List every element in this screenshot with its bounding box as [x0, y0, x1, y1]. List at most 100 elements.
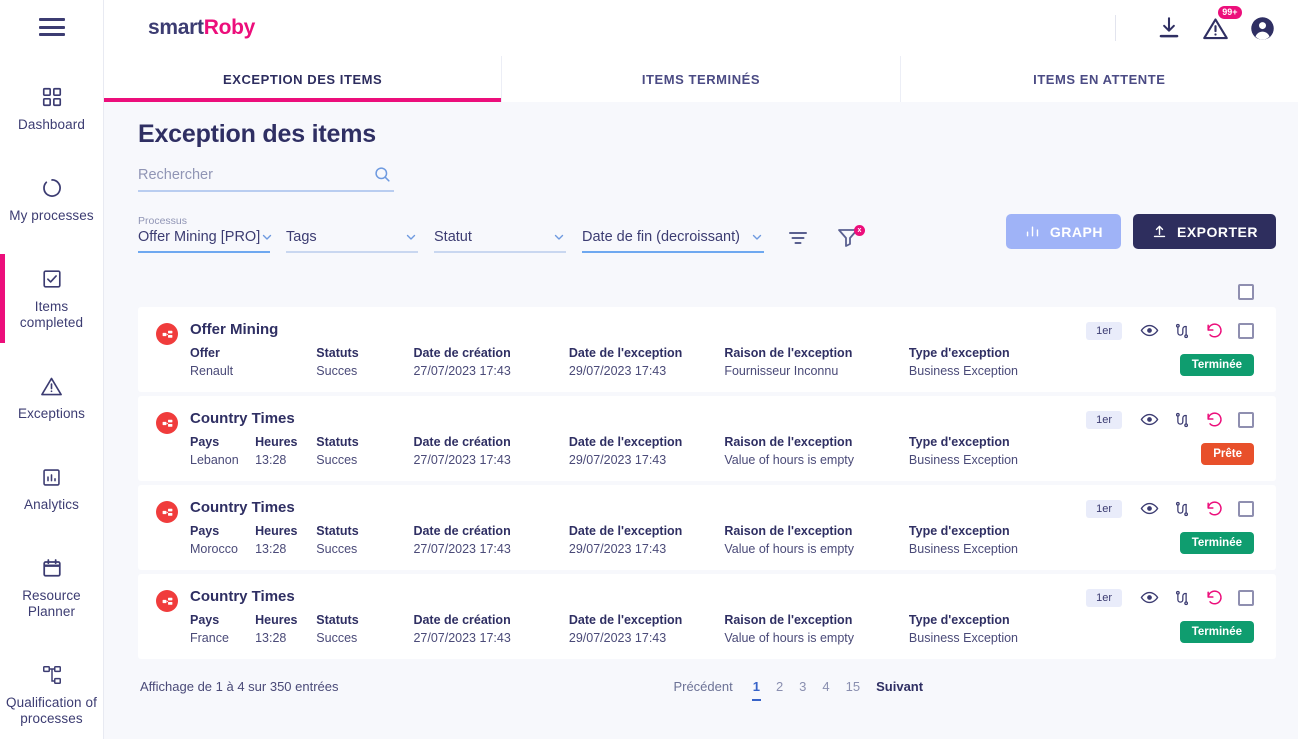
- filter-tags-caption: [286, 215, 418, 228]
- pagination: Affichage de 1 à 4 sur 350 entrées Précé…: [138, 663, 1276, 696]
- hamburger-icon[interactable]: [39, 18, 65, 36]
- table-cell: Statuts Succes: [316, 346, 413, 378]
- sidebar-item-items-completed[interactable]: Items completed: [0, 254, 103, 343]
- restore-undo-icon[interactable]: [1205, 321, 1224, 340]
- eye-icon[interactable]: [1140, 410, 1159, 429]
- table-cell-header: Offer: [190, 346, 316, 360]
- table-cell-header: Heures: [255, 524, 316, 538]
- main-area: smartRoby 99+: [104, 0, 1298, 739]
- table-row[interactable]: Offer Mining Offer Renault Statuts Succe…: [138, 307, 1276, 392]
- row-checkbox[interactable]: [1238, 323, 1254, 339]
- filter-process[interactable]: Processus Offer Mining [PRO]: [138, 215, 270, 253]
- table-cell-value: Succes: [316, 453, 413, 467]
- table-cell-value: Succes: [316, 542, 413, 556]
- table-cell: Raison de l'exception Value of hours is …: [724, 435, 909, 467]
- table-cell-header: Date de création: [413, 435, 568, 449]
- filter-clear-badge[interactable]: x: [854, 225, 865, 236]
- select-all-checkbox[interactable]: [1238, 284, 1254, 300]
- sidebar-item-resource-planner[interactable]: Resource Planner: [0, 543, 103, 632]
- process-robot-icon: [156, 412, 178, 434]
- row-order-badge: 1er: [1086, 322, 1122, 340]
- account-circle-icon[interactable]: [1249, 15, 1276, 42]
- pagination-page[interactable]: 4: [814, 677, 837, 696]
- row-process-name: Country Times: [190, 499, 1074, 516]
- pagination-page[interactable]: 3: [791, 677, 814, 696]
- sidebar-item-label: Resource Planner: [4, 588, 99, 620]
- workflow-path-icon[interactable]: [1173, 589, 1191, 607]
- tab-items-termines[interactable]: ITEMS TERMINÉS: [502, 56, 900, 102]
- pagination-page[interactable]: 2: [768, 677, 791, 696]
- sidebar-item-dashboard[interactable]: Dashboard: [0, 72, 103, 145]
- table-cell-value: 27/07/2023 17:43: [413, 542, 568, 556]
- eye-icon[interactable]: [1140, 588, 1159, 607]
- download-icon[interactable]: [1156, 15, 1182, 41]
- graph-button[interactable]: GRAPH: [1006, 214, 1121, 249]
- table-cell-header: Statuts: [316, 613, 413, 627]
- restore-undo-icon[interactable]: [1205, 588, 1224, 607]
- search-input[interactable]: [138, 165, 394, 192]
- row-order-badge: 1er: [1086, 411, 1122, 429]
- filter-bar: Processus Offer Mining [PRO] Tags: [138, 214, 1276, 253]
- tab-exception-des-items[interactable]: EXCEPTION DES ITEMS: [104, 56, 502, 102]
- pagination-info: Affichage de 1 à 4 sur 350 entrées: [140, 679, 339, 694]
- topbar-divider: [1115, 15, 1116, 41]
- filter-funnel-icon[interactable]: x: [836, 225, 860, 249]
- row-tools: 1er: [1086, 410, 1254, 429]
- sidebar-item-qualification-of-processes[interactable]: Qualification of processes: [0, 650, 103, 739]
- eye-icon[interactable]: [1140, 499, 1159, 518]
- table-cell: Statuts Succes: [316, 613, 413, 645]
- table-cell-value: Business Exception: [909, 453, 1074, 467]
- restore-undo-icon[interactable]: [1205, 499, 1224, 518]
- sidebar-item-my-processes[interactable]: My processes: [0, 163, 103, 236]
- row-body: Country Times Pays Morocco Heures 13:28 …: [190, 499, 1074, 556]
- app-logo[interactable]: smartRoby: [148, 16, 255, 40]
- pagination-prev[interactable]: Précédent: [661, 677, 744, 696]
- pagination-page[interactable]: 15: [838, 677, 868, 696]
- alerts-icon[interactable]: 99+: [1202, 15, 1229, 42]
- workflow-path-icon[interactable]: [1173, 411, 1191, 429]
- table-cell-header: Type d'exception: [909, 524, 1074, 538]
- row-checkbox[interactable]: [1238, 412, 1254, 428]
- table-cell: Raison de l'exception Fournisseur Inconn…: [724, 346, 909, 378]
- restore-undo-icon[interactable]: [1205, 410, 1224, 429]
- row-checkbox[interactable]: [1238, 501, 1254, 517]
- sidebar-item-label: Qualification of processes: [4, 695, 99, 727]
- row-process-name: Country Times: [190, 410, 1074, 427]
- row-checkbox[interactable]: [1238, 590, 1254, 606]
- sidebar-item-exceptions[interactable]: Exceptions: [0, 361, 103, 434]
- table-cell-value: Value of hours is empty: [724, 542, 909, 556]
- calendar-icon: [41, 555, 63, 581]
- status-badge: Prête: [1201, 443, 1254, 465]
- workflow-path-icon[interactable]: [1173, 500, 1191, 518]
- search-icon[interactable]: [373, 165, 392, 184]
- circle-dashed-icon: [41, 175, 63, 201]
- table-cell: Offer Renault: [190, 346, 316, 378]
- pagination-page[interactable]: 1: [745, 677, 768, 696]
- eye-icon[interactable]: [1140, 321, 1159, 340]
- table-cell-header: Date de l'exception: [569, 524, 724, 538]
- workflow-path-icon[interactable]: [1173, 322, 1191, 340]
- table-rows: Offer Mining Offer Renault Statuts Succe…: [138, 307, 1276, 659]
- filter-tags[interactable]: Tags: [286, 215, 418, 253]
- row-fields: Pays Morocco Heures 13:28 Statuts Succes…: [190, 524, 1074, 556]
- row-tools: 1er: [1086, 588, 1254, 607]
- table-row[interactable]: Country Times Pays Morocco Heures 13:28 …: [138, 485, 1276, 570]
- row-body: Country Times Pays France Heures 13:28 S…: [190, 588, 1074, 645]
- sort-lines-icon[interactable]: [786, 225, 810, 249]
- sidebar-item-analytics[interactable]: Analytics: [0, 452, 103, 525]
- table-cell-header: Type d'exception: [909, 435, 1074, 449]
- row-actions: 1er: [1086, 321, 1254, 376]
- filter-sort[interactable]: Date de fin (decroissant): [582, 215, 764, 253]
- table-row[interactable]: Country Times Pays Lebanon Heures 13:28 …: [138, 396, 1276, 481]
- table-row[interactable]: Country Times Pays France Heures 13:28 S…: [138, 574, 1276, 659]
- pagination-next[interactable]: Suivant: [868, 677, 931, 696]
- export-button[interactable]: EXPORTER: [1133, 214, 1276, 249]
- process-robot-icon: [156, 501, 178, 523]
- table-cell-header: Raison de l'exception: [724, 613, 909, 627]
- row-tools: 1er: [1086, 321, 1254, 340]
- tab-label: ITEMS TERMINÉS: [642, 72, 760, 87]
- filter-statut[interactable]: Statut: [434, 215, 566, 253]
- tab-items-en-attente[interactable]: ITEMS EN ATTENTE: [901, 56, 1298, 102]
- status-badge: Terminée: [1180, 532, 1254, 554]
- logo-part-1: smart: [148, 16, 204, 39]
